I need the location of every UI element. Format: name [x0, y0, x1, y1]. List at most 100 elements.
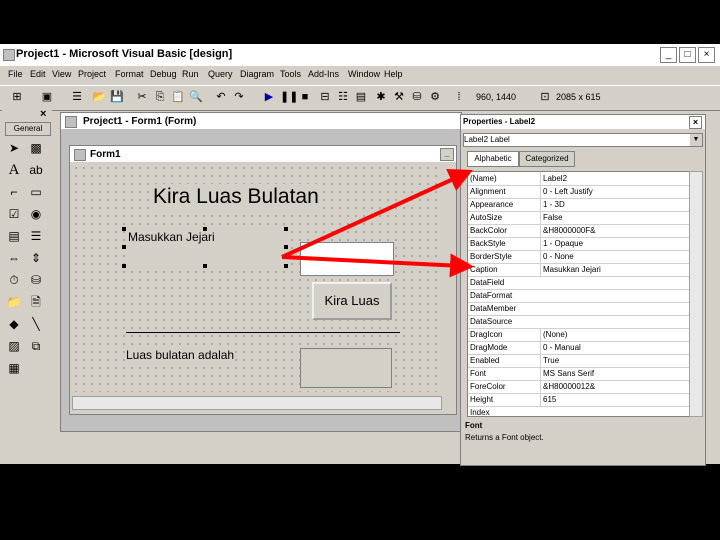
property-value[interactable]: 0 - Manual — [540, 341, 683, 354]
property-value[interactable]: False — [540, 211, 683, 224]
selection-handle[interactable] — [284, 264, 288, 268]
selection-handle[interactable] — [203, 227, 207, 231]
break-icon[interactable]: ❚❚ — [280, 90, 298, 104]
menu-diagram[interactable]: Diagram — [240, 69, 274, 79]
menu-project[interactable]: Project — [78, 69, 106, 79]
property-value[interactable]: &H8000000F& — [540, 224, 683, 237]
selection-handle[interactable] — [122, 264, 126, 268]
property-row[interactable]: Font MS Sans Serif — [468, 367, 690, 381]
undo-icon[interactable]: ↶ — [214, 90, 228, 104]
property-row[interactable]: DragIcon (None) — [468, 328, 690, 342]
object-browser-icon[interactable]: ✱ — [374, 90, 388, 104]
project-explorer-icon[interactable]: ⊟ — [318, 90, 332, 104]
property-row[interactable]: BackStyle 1 - Opaque — [468, 237, 690, 251]
menu-window[interactable]: Window — [348, 69, 380, 79]
property-value[interactable]: 0 - None — [540, 250, 683, 263]
menu-query[interactable]: Query — [208, 69, 233, 79]
menu-editor-icon[interactable]: ☰ — [70, 90, 84, 104]
properties-close-icon[interactable]: × — [689, 116, 702, 129]
find-icon[interactable]: 🔍 — [189, 90, 203, 104]
chevron-down-icon[interactable]: ▼ — [690, 134, 702, 146]
menu-edit[interactable]: Edit — [30, 69, 46, 79]
timer-icon[interactable]: ⏱ — [6, 272, 22, 288]
result-label[interactable]: Luas bulatan adalah — [126, 348, 235, 362]
toolbox-general-tab[interactable]: General — [5, 122, 51, 136]
property-row[interactable]: DataSource — [468, 315, 690, 329]
property-value[interactable]: (None) — [540, 328, 683, 341]
form-minimize-icon[interactable]: _ — [440, 148, 454, 161]
result-output[interactable] — [300, 348, 392, 388]
menu-add-ins[interactable]: Add-Ins — [308, 69, 339, 79]
filelistbox-icon[interactable]: 🗎 — [28, 294, 44, 310]
form-canvas[interactable]: Kira Luas Bulatan Masukkan Jejari Kira L… — [72, 164, 442, 392]
properties-scrollbar[interactable] — [689, 171, 703, 417]
property-row[interactable]: DataField — [468, 276, 690, 290]
property-row[interactable]: DataFormat — [468, 289, 690, 303]
property-row[interactable]: Height 615 — [468, 393, 690, 407]
textbox-icon[interactable]: ab — [28, 162, 44, 178]
object-combo[interactable]: Label2 Label ▼ — [463, 133, 703, 147]
property-row[interactable]: ForeColor &H80000012& — [468, 380, 690, 394]
selection-handle[interactable] — [122, 227, 126, 231]
selection-handle[interactable] — [284, 245, 288, 249]
property-value[interactable]: True — [540, 354, 683, 367]
minimize-button[interactable]: _ — [660, 47, 677, 63]
pointer-icon[interactable]: ➤ — [6, 140, 22, 156]
close-button[interactable]: × — [698, 47, 715, 63]
add-project-icon[interactable]: ⊞ — [10, 90, 24, 104]
title-label[interactable]: Kira Luas Bulatan — [152, 184, 320, 210]
start-icon[interactable]: ▶ — [262, 90, 276, 104]
radius-label[interactable]: Masukkan Jejari — [126, 228, 288, 266]
picturebox-icon[interactable]: ▩ — [28, 140, 44, 156]
ole-icon[interactable]: ▦ — [6, 360, 22, 376]
property-row[interactable]: Index — [468, 406, 690, 416]
data-view-icon[interactable]: ⛁ — [410, 90, 424, 104]
selection-handle[interactable] — [122, 245, 126, 249]
combobox-icon[interactable]: ▤ — [6, 228, 22, 244]
properties-grid[interactable]: (Name) Label2 Alignment 0 - Left Justify App… — [467, 171, 691, 417]
menu-format[interactable]: Format — [115, 69, 144, 79]
properties-window-icon[interactable]: ☷ — [336, 90, 350, 104]
open-icon[interactable]: 📂 — [92, 90, 106, 104]
dirlistbox-icon[interactable]: 📁 — [6, 294, 22, 310]
property-value[interactable]: 615 — [540, 393, 683, 406]
menu-help[interactable]: Help — [384, 69, 403, 79]
property-value[interactable]: Label2 — [540, 172, 683, 185]
property-value[interactable]: 1 - 3D — [540, 198, 683, 211]
paste-icon[interactable]: 📋 — [171, 90, 185, 104]
calc-button[interactable]: Kira Luas — [312, 282, 392, 320]
tab-categorized[interactable]: Categorized — [519, 151, 575, 167]
property-row[interactable]: BackColor &H8000000F& — [468, 224, 690, 238]
property-row[interactable]: Appearance 1 - 3D — [468, 198, 690, 212]
data-icon[interactable]: ⧉ — [28, 338, 44, 354]
property-value[interactable]: 1 - Opaque — [540, 237, 683, 250]
property-row[interactable]: Enabled True — [468, 354, 690, 368]
property-value[interactable]: MS Sans Serif — [540, 367, 683, 380]
toolbox-icon[interactable]: ⚒ — [392, 90, 406, 104]
label-icon[interactable]: A — [6, 162, 22, 178]
toolbox-close-icon[interactable]: × — [40, 108, 46, 120]
checkbox-icon[interactable]: ☑ — [6, 206, 22, 222]
component-manager-icon[interactable]: ⚙ — [428, 90, 442, 104]
end-icon[interactable]: ■ — [298, 90, 312, 104]
optionbutton-icon[interactable]: ◉ — [28, 206, 44, 222]
property-value[interactable]: &H80000012& — [540, 380, 683, 393]
cut-icon[interactable]: ✂ — [135, 90, 149, 104]
selection-handle[interactable] — [284, 227, 288, 231]
redo-icon[interactable]: ↷ — [232, 90, 246, 104]
property-value[interactable]: Masukkan Jejari — [540, 263, 683, 276]
listbox-icon[interactable]: ☰ — [28, 228, 44, 244]
tab-alphabetic[interactable]: Alphabetic — [467, 151, 519, 167]
hscrollbar-icon[interactable]: ⇔ — [6, 250, 22, 266]
copy-icon[interactable]: ⎘ — [153, 90, 167, 104]
line-icon[interactable]: ╲ — [28, 316, 44, 332]
property-row[interactable]: Caption Masukkan Jejari — [468, 263, 690, 277]
radius-textbox[interactable] — [300, 242, 394, 276]
image-icon[interactable]: ▨ — [6, 338, 22, 354]
property-row[interactable]: (Name) Label2 — [468, 172, 690, 186]
property-row[interactable]: DragMode 0 - Manual — [468, 341, 690, 355]
form-layout-icon[interactable]: ▤ — [354, 90, 368, 104]
menu-debug[interactable]: Debug — [150, 69, 177, 79]
property-row[interactable]: DataMember — [468, 302, 690, 316]
drivelistbox-icon[interactable]: ⛁ — [28, 272, 44, 288]
